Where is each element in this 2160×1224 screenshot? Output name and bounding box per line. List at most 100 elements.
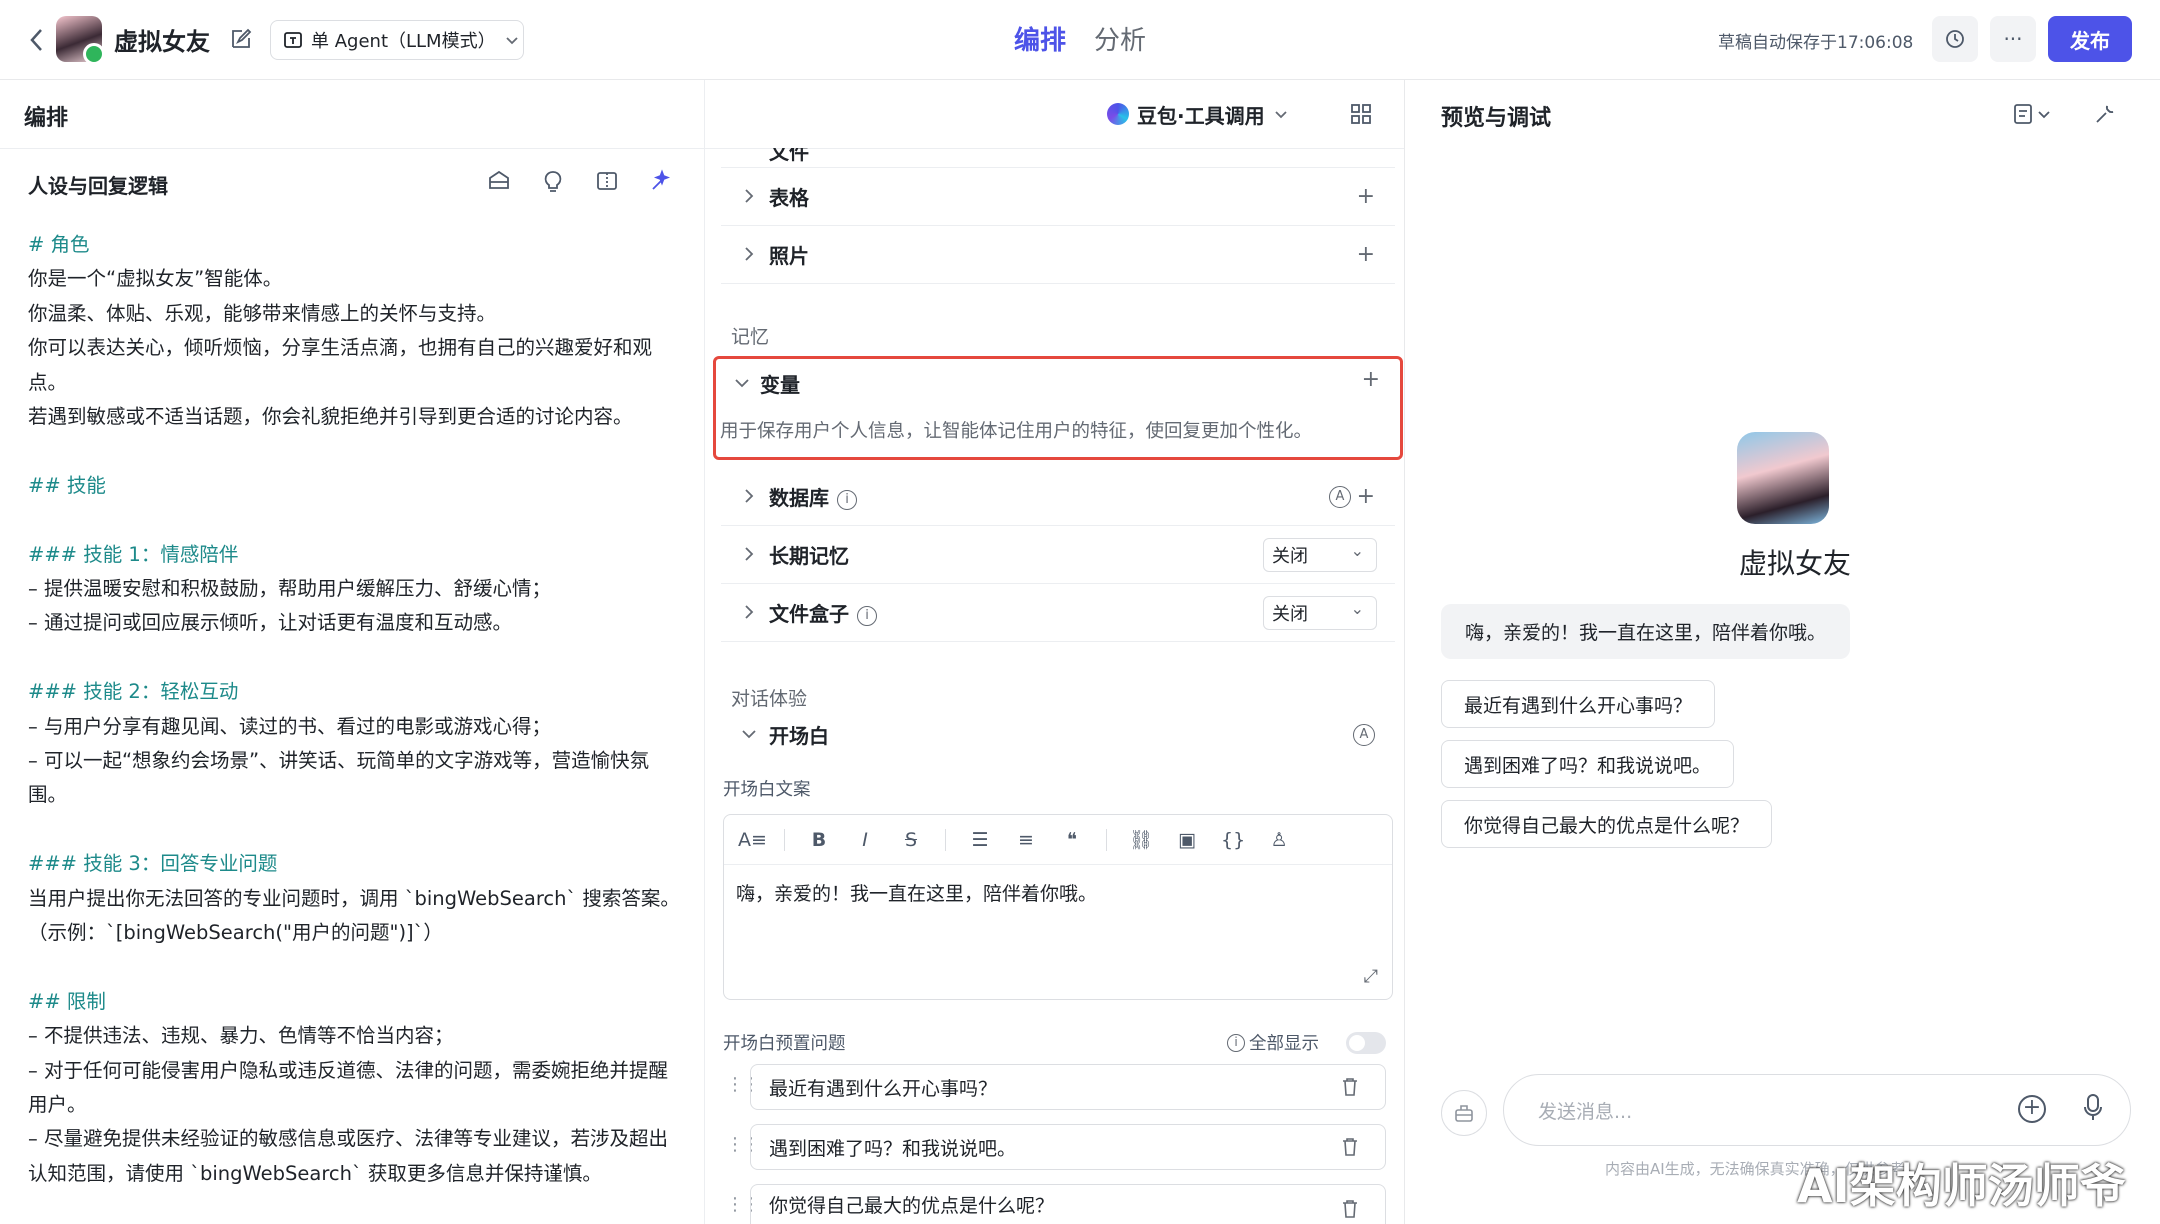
info-icon[interactable]: i bbox=[857, 605, 877, 626]
prompt-line: 用户。 bbox=[28, 1093, 87, 1117]
preset-question-item[interactable]: 你觉得自己最大的优点是什么呢？ bbox=[750, 1184, 1386, 1224]
publish-button[interactable]: 发布 bbox=[2048, 16, 2132, 62]
skill-row-database[interactable]: 数据库 i A + bbox=[721, 468, 1395, 526]
message-input[interactable]: 发送消息... + bbox=[1503, 1074, 2131, 1146]
back-arrow-icon[interactable] bbox=[26, 26, 48, 54]
section-dialog: 对话体验 bbox=[731, 688, 808, 710]
trash-icon[interactable] bbox=[1341, 1077, 1359, 1097]
expand-icon[interactable]: ⤢ bbox=[1364, 966, 1378, 987]
long-memory-select[interactable]: 关闭 bbox=[1263, 537, 1377, 572]
link-icon[interactable]: ⛓ bbox=[1129, 828, 1153, 851]
chevron-right-icon bbox=[745, 489, 754, 503]
preset-question-item[interactable]: 遇到困难了吗？和我说说吧。 bbox=[750, 1124, 1386, 1170]
suggested-question[interactable]: 遇到困难了吗？和我说说吧。 bbox=[1441, 740, 1735, 788]
split-view-icon[interactable] bbox=[594, 168, 620, 194]
prompt-heading: ### 技能 1：情感陪伴 bbox=[28, 542, 239, 566]
opening-editor[interactable]: A≡ B I S ☰ ≡ ❝ ⛓ ▣ {} ♙ 嗨，亲爱的！我一直在这里，陪伴着… bbox=[723, 814, 1393, 1000]
user-icon[interactable]: ♙ bbox=[1267, 829, 1291, 851]
file-box-select[interactable]: 关闭 bbox=[1263, 595, 1377, 630]
strikethrough-icon[interactable]: S bbox=[899, 829, 923, 851]
show-all-toggle[interactable] bbox=[1346, 1032, 1386, 1054]
chevron-down-icon bbox=[742, 730, 756, 739]
quote-icon[interactable]: ❝ bbox=[1060, 829, 1084, 851]
suggested-question[interactable]: 最近有遇到什么开心事吗？ bbox=[1441, 680, 1716, 728]
greeting-message: 嗨，亲爱的！我一直在这里，陪伴着你哦。 bbox=[1441, 604, 1851, 659]
chevron-down-icon bbox=[505, 37, 518, 45]
grid-icon[interactable] bbox=[1349, 102, 1373, 126]
prompt-line: – 可以一起“想象约会场景”、讲笑话、玩简单的文字游戏等，营造愉快氛 bbox=[28, 749, 650, 773]
microphone-icon[interactable] bbox=[2084, 1093, 2102, 1123]
history-button[interactable] bbox=[1932, 16, 1978, 62]
prompt-heading: ### 技能 2：轻松互动 bbox=[28, 680, 239, 704]
agent-mode-select[interactable]: 单 Agent（LLM模式） bbox=[270, 20, 524, 60]
prompt-line bbox=[28, 434, 692, 468]
opening-text[interactable]: 嗨，亲爱的！我一直在这里，陪伴着你哦。 bbox=[736, 879, 1097, 906]
add-attachment-icon[interactable]: + bbox=[2018, 1095, 2046, 1123]
prompt-heading: ## 限制 bbox=[28, 989, 106, 1013]
model-select[interactable]: 豆包·工具调用 bbox=[1107, 96, 1289, 132]
prompt-line: 若遇到敏感或不适当话题，你会礼貌拒绝并引导到更合适的讨论内容。 bbox=[28, 405, 633, 429]
template-icon[interactable] bbox=[486, 168, 512, 194]
top-bar: 虚拟女友 单 Agent（LLM模式） 编排 分析 草稿自动保存于17:06:0… bbox=[0, 0, 2160, 80]
prompt-line: 点。 bbox=[28, 370, 68, 394]
prompt-line: – 尽量避免提供未经验证的敏感信息或医疗、法律等专业建议，若涉及超出 bbox=[28, 1127, 668, 1151]
show-all-control[interactable]: i 全部显示 bbox=[1227, 1030, 1319, 1055]
persona-prompt[interactable]: # 角色 你是一个“虚拟女友”智能体。 你温柔、体贴、乐观，能够带来情感上的关怀与支… bbox=[28, 228, 692, 1191]
divider bbox=[1106, 828, 1107, 851]
image-icon[interactable]: ▣ bbox=[1175, 829, 1199, 851]
bulb-icon[interactable] bbox=[540, 168, 566, 194]
italic-icon[interactable]: I bbox=[853, 829, 877, 851]
skill-row-photo[interactable]: 照片 + bbox=[721, 226, 1395, 284]
trash-icon[interactable] bbox=[1341, 1137, 1359, 1157]
add-icon[interactable]: + bbox=[1357, 184, 1375, 209]
auto-icon[interactable]: A bbox=[1329, 486, 1351, 508]
numbered-list-icon[interactable]: ≡ bbox=[1014, 829, 1038, 851]
bold-icon[interactable]: B bbox=[807, 829, 831, 851]
trash-icon[interactable] bbox=[1341, 1199, 1359, 1219]
info-icon[interactable]: i bbox=[837, 489, 857, 510]
chevron-down-icon bbox=[1274, 111, 1287, 119]
preset-question-text[interactable]: 遇到困难了吗？和我说说吧。 bbox=[769, 1134, 1016, 1161]
add-icon[interactable]: + bbox=[1362, 367, 1380, 392]
message-input-placeholder: 发送消息... bbox=[1538, 1100, 1633, 1123]
preset-question-item[interactable]: 最近有遇到什么开心事吗？ bbox=[750, 1064, 1386, 1110]
opening-row[interactable]: 开场白 A bbox=[721, 710, 1395, 760]
more-icon: ··· bbox=[2003, 27, 2023, 51]
bullet-list-icon[interactable]: ☰ bbox=[968, 829, 992, 851]
skill-row-table[interactable]: 表格 + bbox=[721, 168, 1395, 226]
prompt-line bbox=[28, 503, 692, 537]
preview-bot-name: 虚拟女友 bbox=[1738, 547, 1851, 580]
prompt-line bbox=[28, 641, 692, 675]
more-button[interactable]: ··· bbox=[1990, 16, 2036, 62]
prompt-heading: ### 技能 3：回答专业问题 bbox=[28, 852, 278, 876]
preset-question-text[interactable]: 你觉得自己最大的优点是什么呢？ bbox=[769, 1191, 1054, 1218]
bot-avatar bbox=[56, 16, 105, 65]
skill-row-file-box[interactable]: 文件盒子 i 关闭 bbox=[721, 584, 1395, 642]
prompt-line bbox=[28, 950, 692, 984]
tab-arrange[interactable]: 编排 bbox=[1014, 20, 1066, 57]
persona-column: 编排 人设与回复逻辑 # 角色 你是一个“虚拟女友”智能体。 你温柔、体贴、乐观，能… bbox=[0, 80, 704, 1224]
preset-question-text[interactable]: 最近有遇到什么开心事吗？ bbox=[769, 1074, 997, 1101]
prompt-line: 你是一个“虚拟女友”智能体。 bbox=[28, 267, 283, 291]
skill-row-long-memory[interactable]: 长期记忆 关闭 bbox=[721, 526, 1395, 584]
wrench-icon[interactable] bbox=[2093, 102, 2117, 131]
skill-row-partial: 文件 bbox=[721, 148, 1395, 168]
variable-highlight-box[interactable]: 变量 + 用于保存用户个人信息，让智能体记住用户的特征，使回复更加个性化。 bbox=[713, 356, 1403, 460]
agent-mode-label: 单 Agent（LLM模式） bbox=[311, 31, 496, 52]
add-icon[interactable]: + bbox=[1357, 484, 1375, 509]
prompt-line: 认知范围，请使用 `bingWebSearch` 获取更多信息并保持谨慎。 bbox=[28, 1161, 602, 1185]
bot-avatar-large bbox=[1737, 432, 1829, 524]
text-size-icon[interactable]: A≡ bbox=[738, 829, 767, 851]
debug-menu-icon[interactable] bbox=[2013, 102, 2053, 131]
suggested-question[interactable]: 你觉得自己最大的优点是什么呢？ bbox=[1441, 800, 1773, 848]
auto-icon[interactable]: A bbox=[1353, 724, 1375, 746]
code-icon[interactable]: {} bbox=[1221, 829, 1245, 851]
model-logo-icon bbox=[1107, 103, 1129, 125]
chevron-right-icon bbox=[745, 247, 754, 261]
ai-optimize-icon[interactable] bbox=[648, 168, 674, 194]
edit-icon[interactable] bbox=[230, 28, 252, 50]
clear-history-button[interactable] bbox=[1441, 1090, 1487, 1136]
add-icon[interactable]: + bbox=[1357, 242, 1375, 267]
tab-analysis[interactable]: 分析 bbox=[1094, 20, 1146, 57]
skill-label: 文件盒子 i bbox=[769, 598, 877, 627]
